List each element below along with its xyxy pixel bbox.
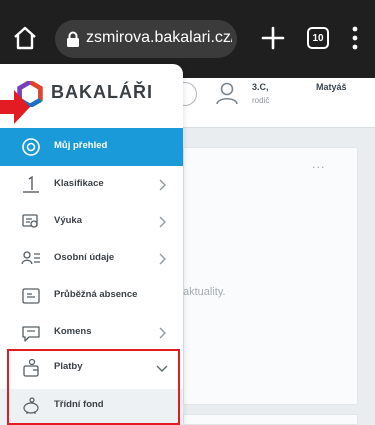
lock-icon [67, 31, 79, 47]
card-text: aktuality. [183, 286, 226, 298]
personal-data-icon [21, 251, 40, 265]
url-text: zsmirova.bakalari.cz/ [86, 29, 232, 46]
chevron-right-icon [159, 253, 166, 265]
brand-name: BAKALÁŘI [51, 82, 153, 102]
card-more-icon[interactable]: ... [312, 158, 326, 171]
sidebar-item-absence[interactable]: Průběžná absence [0, 279, 183, 313]
sidebar-item-label: Osobní údaje [54, 252, 115, 263]
absence-icon [22, 288, 40, 304]
grade-icon [23, 175, 39, 193]
teaching-icon [22, 214, 38, 228]
chevron-right-icon [159, 327, 166, 339]
user-name[interactable]: Matyáš [316, 82, 347, 92]
sidebar-item-label: Platby [54, 361, 83, 372]
piggy-bank-icon [23, 397, 39, 414]
arrow-annotation-icon [0, 90, 30, 124]
home-icon[interactable] [12, 24, 38, 52]
more-menu-icon[interactable] [349, 25, 361, 51]
sidebar-item-klasifikace[interactable]: Klasifikace [0, 168, 183, 202]
sidebar-item-label: Průběžná absence [54, 289, 138, 300]
user-class[interactable]: 3.C, [252, 82, 269, 92]
sidebar-item-label: Můj přehled [54, 140, 108, 151]
chevron-down-icon [156, 365, 168, 372]
sidebar-item-tridni-fond[interactable]: Třídní fond [0, 389, 183, 425]
messages-icon [22, 326, 40, 342]
sidebar-item-label: Třídní fond [54, 399, 104, 410]
chevron-right-icon [159, 216, 166, 228]
redacted-name [276, 81, 312, 93]
tab-count: 10 [312, 32, 324, 44]
chevron-right-icon [159, 179, 166, 191]
overview-card [183, 147, 358, 405]
overview-card-2 [183, 414, 358, 425]
sidebar-item-overview[interactable]: Můj přehled [0, 128, 183, 166]
sidebar-item-label: Klasifikace [54, 178, 104, 189]
sidebar-item-label: Komens [54, 326, 92, 337]
sidebar-item-platby[interactable]: Platby [0, 351, 183, 385]
new-tab-icon[interactable] [259, 23, 287, 53]
overview-icon [22, 138, 40, 156]
address-bar[interactable]: zsmirova.bakalari.cz/ [55, 20, 237, 58]
sidebar-item-vyuka[interactable]: Výuka [0, 205, 183, 239]
sidebar-item-komens[interactable]: Komens [0, 316, 183, 350]
tab-switcher-button[interactable]: 10 [307, 27, 329, 49]
payments-icon [23, 358, 39, 377]
user-role: rodič [252, 96, 270, 105]
sidebar-item-label: Výuka [54, 215, 82, 226]
sidebar-item-osobni-udaje[interactable]: Osobní údaje [0, 242, 183, 276]
user-avatar-icon[interactable] [214, 80, 240, 106]
